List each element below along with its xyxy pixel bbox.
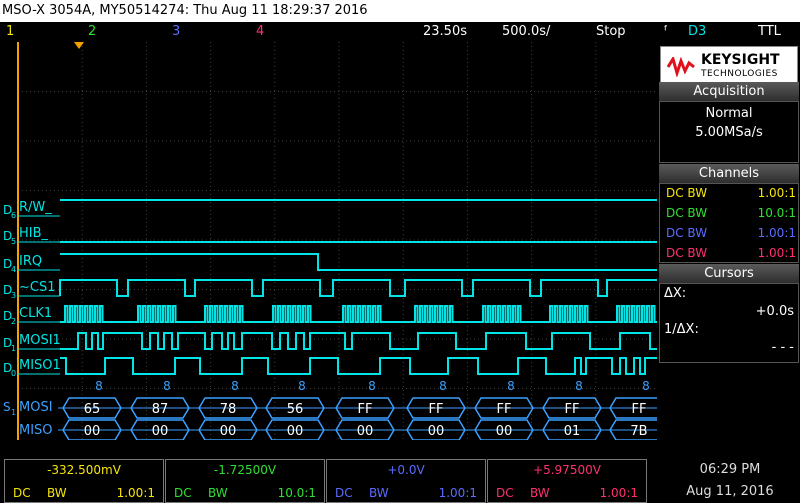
trace-clk1 [60,305,657,323]
bus-id-sub: 1 [11,408,16,417]
mosi-byte-value: 56 [287,402,304,417]
trace-cs1 [59,279,657,297]
channel-4-readout[interactable]: +5.97500V DC BW 1.00:1 [487,459,647,503]
digital-label-d2: D2CLK1 [3,306,60,326]
keysight-logo: KEYSIGHT TECHNOLOGIES [660,46,798,86]
mosi-byte-value: FF [565,402,580,417]
cursors-panel: ΔX: +0.0s 1/ΔX: - - - [659,283,799,363]
mosi-byte-value: FF [429,402,444,417]
delta-x-label: ΔX: [664,286,687,301]
timebase-delay[interactable]: 23.50s [423,22,467,42]
window-title: MSO-X 3054A, MY50514274: Thu Aug 11 18:2… [2,3,368,18]
digital-traces [59,199,657,375]
miso-byte-value: 7B [630,424,647,439]
keysight-wave-icon [667,57,695,77]
digital-label-d3: D3~CS1 [3,280,60,300]
digital-signal-label: IRQ [19,254,42,269]
channel-2-label[interactable]: 2 [88,22,96,42]
bus-byte-count: 8 [507,379,515,393]
inverse-delta-x-label: 1/ΔX: [664,322,699,337]
channels-panel: DC BW 1.00:1 DC BW 10.0:1 DC BW 1.00:1 DC B… [659,183,799,263]
run-state[interactable]: Stop [596,22,626,42]
bus-byte-count: 8 [439,379,447,393]
bus-byte-count: 8 [231,379,239,393]
sample-rate: 5.00MSa/s [695,125,763,140]
mosi-byte-value: 78 [220,402,237,417]
bus-byte-count: 8 [163,379,171,393]
clock-date: Aug 11, 2016 [686,484,774,499]
digital-channel-sub: 1 [11,344,16,353]
inverse-delta-x-value: - - - [771,340,794,355]
acquisition-title[interactable]: Acquisition [659,82,799,101]
cursors-title[interactable]: Cursors [659,264,799,283]
bus-byte-count: 8 [368,379,376,393]
miso-byte-value: 00 [220,424,237,439]
miso-byte-value: 00 [357,424,374,439]
trigger-source[interactable]: D3 [688,22,706,42]
status-row: 1 2 3 4 23.50s 500.0s/ Stop ᶠ D3 TTL [0,22,800,42]
channel-3-label[interactable]: 3 [172,22,180,42]
digital-channel-sub: 6 [11,211,16,220]
trace-miso1 [60,357,657,375]
digital-signal-label: ~CS1 [19,280,56,295]
title-bar: MSO-X 3054A, MY50514274: Thu Aug 11 18:2… [0,0,800,22]
waveform-display[interactable]: D6R/W_ D5HIB_ D4IRQ D3~CS1 D2CLK1 D1MOSI1 D0MI… [0,42,657,440]
mosi-byte-value: 65 [84,402,101,417]
mosi-byte-value: 87 [152,402,169,417]
digital-label-d1: D1MOSI1 [3,333,61,353]
miso-byte-value: 00 [496,424,513,439]
digital-signal-label: R/W_ [19,200,52,215]
channel-1-label[interactable]: 1 [6,22,14,42]
bus-row-miso: MISO [19,423,53,438]
digital-signal-label: CLK1 [19,306,52,321]
brand-sub: TECHNOLOGIES [701,69,778,79]
digital-signal-label: MOSI1 [19,333,61,348]
brand-name: KEYSIGHT [701,52,780,68]
digital-channel-sub: 0 [11,369,16,378]
digital-label-d0: D0MISO1 [3,358,61,378]
digital-labels: D6R/W_ D5HIB_ D4IRQ D3~CS1 D2CLK1 D1MOSI1 D0MI… [3,200,61,378]
miso-byte-value: 00 [84,424,101,439]
acquisition-mode: Normal [705,106,753,121]
digital-label-d5: D5HIB_ [3,226,60,246]
miso-byte-value: 00 [428,424,445,439]
miso-byte-value: 01 [564,424,581,439]
bus-id: S [3,400,11,414]
channel-bar: -332.500mV DC BW 1.00:1 -1.72500V DC BW 10.0… [0,457,800,503]
mosi-byte-value: FF [497,402,512,417]
bus-byte-count: 8 [575,379,583,393]
miso-byte-value: 00 [152,424,169,439]
acquisition-panel: Normal 5.00MSa/s [659,101,799,163]
bus-byte-count: 8 [95,379,103,393]
bus-byte-count: 8 [298,379,306,393]
digital-signal-label: MISO1 [19,358,61,373]
bus-row-mosi: MOSI [19,400,53,415]
trigger-type[interactable]: TTL [758,22,781,42]
clock: 06:29 PM Aug 11, 2016 [660,459,800,503]
trigger-edge-icon: ᶠ [664,24,668,39]
digital-channel-sub: 3 [11,291,16,300]
mosi-byte-value: FF [358,402,373,417]
trigger-marker-icon [74,42,84,49]
channel-3-readout[interactable]: +0.0V DC BW 1.00:1 [326,459,486,503]
miso-byte-value: 00 [287,424,304,439]
channel-2-readout[interactable]: -1.72500V DC BW 10.0:1 [165,459,325,503]
channel-1-readout[interactable]: -332.500mV DC BW 1.00:1 [4,459,164,503]
digital-channel-sub: 2 [11,317,16,326]
digital-channel-sub: 4 [11,265,16,274]
delta-x-value: +0.0s [755,304,794,319]
channel-4-label[interactable]: 4 [256,22,264,42]
channels-title[interactable]: Channels [659,164,799,183]
digital-label-d4: D4IRQ [3,254,60,274]
trace-mosi1 [60,332,657,350]
clock-time: 06:29 PM [699,462,761,477]
digital-signal-label: HIB_ [19,226,49,241]
digital-channel-sub: 5 [11,237,16,246]
sidebar: KEYSIGHT TECHNOLOGIES Acquisition Normal… [658,42,800,440]
mosi-byte-value: FF [632,402,647,417]
bus-byte-count: 8 [642,379,650,393]
timebase-scale[interactable]: 500.0s/ [502,22,550,42]
digital-label-d6: D6R/W_ [3,200,60,220]
trace-irq [60,253,657,271]
